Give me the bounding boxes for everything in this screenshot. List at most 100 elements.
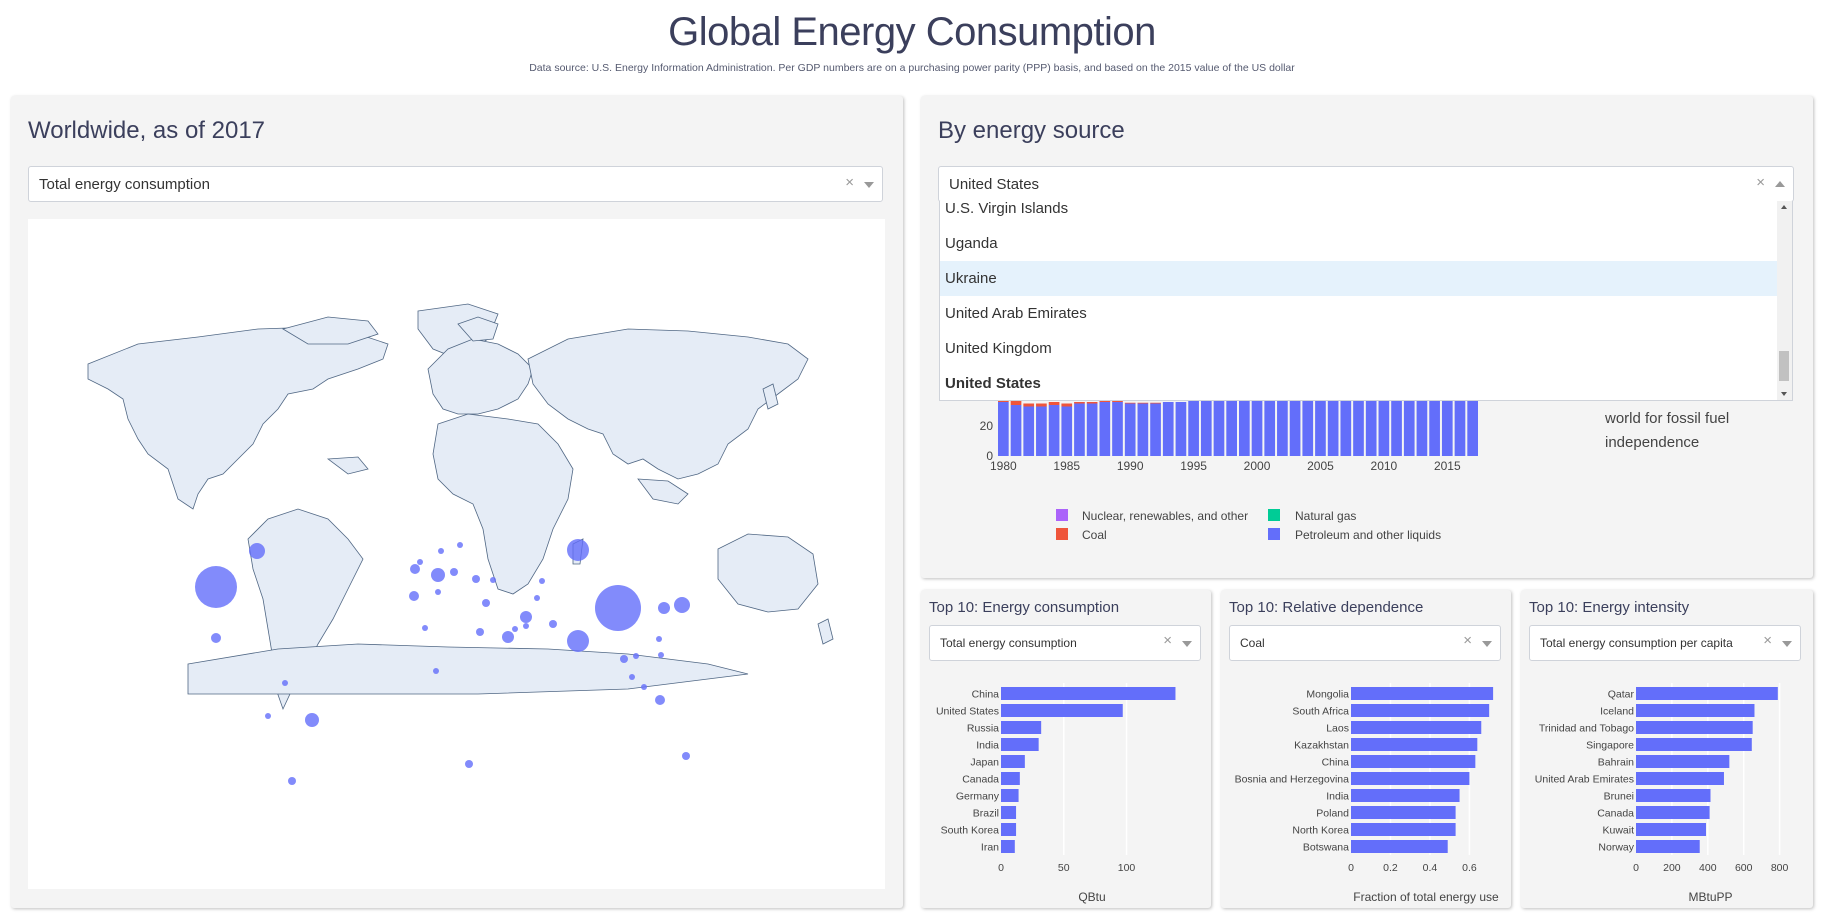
category-label: United Arab Emirates xyxy=(1535,774,1634,786)
chevron-up-icon[interactable] xyxy=(1775,181,1785,187)
bar-petroleum-1982 xyxy=(1023,406,1035,456)
bar-bahrain xyxy=(1636,755,1730,768)
bubble-brazil xyxy=(305,713,319,727)
bubble-china xyxy=(595,585,641,631)
bar-petroleum-2004 xyxy=(1302,394,1314,456)
bar-japan xyxy=(1001,755,1025,768)
dropdown-option[interactable]: U.S. Virgin Islands xyxy=(940,201,1779,226)
x-tick-label: 0 xyxy=(1348,862,1354,874)
bubble-italy xyxy=(435,589,441,595)
bubble-saudi-arabia xyxy=(502,631,514,643)
category-label: Trinidad and Tobago xyxy=(1539,723,1634,735)
bar-iceland xyxy=(1636,704,1755,717)
chevron-down-icon[interactable] xyxy=(864,182,874,188)
bubble-japan xyxy=(674,597,690,613)
x-tick-label: 0.2 xyxy=(1383,862,1398,874)
world-map[interactable] xyxy=(28,219,885,889)
new-zealand xyxy=(817,618,834,645)
chevron-down-icon[interactable] xyxy=(1482,641,1492,647)
chevron-down-icon[interactable] xyxy=(1182,641,1192,647)
bar-petroleum-1986 xyxy=(1074,403,1085,456)
bubble-algeria xyxy=(422,625,428,631)
clear-icon[interactable]: × xyxy=(1756,174,1765,191)
bar-petroleum-2010 xyxy=(1378,399,1390,456)
x-tick-label: 400 xyxy=(1699,862,1717,874)
country-select[interactable]: United States × xyxy=(938,166,1794,202)
bar-qatar xyxy=(1636,687,1778,700)
bar-kuwait xyxy=(1636,823,1707,836)
scroll-down-icon[interactable] xyxy=(1781,392,1787,396)
clear-icon[interactable]: × xyxy=(1463,632,1472,649)
bubble-turkey xyxy=(482,599,490,607)
category-label: India xyxy=(1326,791,1349,803)
bubble-united-states xyxy=(195,566,237,608)
top-dependence-chart[interactable]: Mongolia South Africa Laos Kazakhstan China B… xyxy=(1221,675,1511,905)
bar-coal-1990 xyxy=(1124,402,1136,404)
bubble-indonesia xyxy=(655,695,665,705)
top-consumption-select[interactable]: Total energy consumption × xyxy=(929,625,1201,661)
bubble-canada xyxy=(249,543,265,559)
by-source-title: By energy source xyxy=(938,117,1125,144)
chevron-down-icon[interactable] xyxy=(1782,641,1792,647)
x-axis-label: Fraction of total energy use xyxy=(1353,890,1499,904)
bar-petroleum-2017 xyxy=(1467,400,1478,456)
category-label: Botswana xyxy=(1303,842,1349,854)
legend-swatch-petroleum xyxy=(1268,528,1280,540)
category-label: Canada xyxy=(1597,808,1634,820)
dropdown-option-hovered[interactable]: Ukraine xyxy=(940,261,1779,296)
clear-icon[interactable]: × xyxy=(1163,632,1172,649)
bar-coal-1981 xyxy=(1010,400,1022,405)
x-tick-label: 2005 xyxy=(1307,459,1334,473)
top-intensity-select[interactable]: Total energy consumption per capita × xyxy=(1529,625,1801,661)
bar-petroleum-2002 xyxy=(1277,396,1288,456)
dropdown-option[interactable]: United Kingdom xyxy=(940,331,1779,366)
clear-icon[interactable]: × xyxy=(1763,632,1772,649)
dropdown-option[interactable]: United Arab Emirates xyxy=(940,296,1779,331)
bubble-malaysia xyxy=(641,684,647,690)
bar-china xyxy=(1001,687,1176,700)
bar-iran xyxy=(1001,840,1015,853)
bar-coal-1982 xyxy=(1023,403,1035,407)
bar-petroleum-1981 xyxy=(1010,405,1022,456)
clear-icon[interactable]: × xyxy=(845,174,854,191)
country-dropdown-menu[interactable]: U.S. Virgin Islands Uganda Ukraine Unite… xyxy=(939,201,1793,401)
bar-petroleum-1980 xyxy=(998,402,1009,456)
bubble-vietnam xyxy=(633,653,639,659)
x-tick-label: 0 xyxy=(1633,862,1639,874)
x-tick-label: 1980 xyxy=(990,459,1017,473)
category-label: Brunei xyxy=(1604,791,1634,803)
select-value: Total energy consumption xyxy=(39,176,210,193)
bar-bosnia-and-herzegovina xyxy=(1351,772,1470,785)
bar-trinidad-and-tobago xyxy=(1636,721,1753,734)
bar-mongolia xyxy=(1351,687,1494,700)
scroll-up-icon[interactable] xyxy=(1781,205,1787,209)
bar-petroleum-1997 xyxy=(1213,399,1225,456)
bar-norway xyxy=(1636,840,1700,853)
dropdown-option-selected[interactable]: United States xyxy=(940,366,1779,400)
x-tick-label: 100 xyxy=(1118,862,1136,874)
top-intensity-chart[interactable]: Qatar Iceland Trinidad and Tobago Singapore… xyxy=(1521,675,1813,905)
bubble-poland xyxy=(450,568,458,576)
bubble-uk xyxy=(410,564,420,574)
legend-label-petroleum: Petroleum and other liquids xyxy=(1295,528,1442,542)
bar-petroleum-2013 xyxy=(1416,400,1428,456)
top-consumption-chart[interactable]: China United States Russia India Japan Canada… xyxy=(921,675,1211,905)
category-label: Bahrain xyxy=(1598,757,1634,769)
bar-india xyxy=(1001,738,1039,751)
bar-coal-1987 xyxy=(1086,402,1098,404)
x-tick-label: 200 xyxy=(1663,862,1681,874)
dropdown-option[interactable]: Uganda xyxy=(940,226,1779,261)
worldwide-metric-select[interactable]: Total energy consumption × xyxy=(28,166,883,202)
x-tick-label: 800 xyxy=(1771,862,1789,874)
bar-petroleum-2003 xyxy=(1289,396,1301,456)
legend-swatch-nuclear xyxy=(1056,509,1068,521)
dropdown-scrollbar[interactable] xyxy=(1777,201,1792,400)
category-label: Canada xyxy=(962,774,999,786)
bubble-australia xyxy=(682,752,690,760)
category-label: Iceland xyxy=(1600,706,1634,718)
bar-coal-1991 xyxy=(1137,402,1149,404)
category-label: Bosnia and Herzegovina xyxy=(1235,774,1350,786)
scrollbar-thumb[interactable] xyxy=(1779,351,1789,381)
select-value: Total energy consumption per capita xyxy=(1540,636,1733,650)
top-dependence-select[interactable]: Coal × xyxy=(1229,625,1501,661)
